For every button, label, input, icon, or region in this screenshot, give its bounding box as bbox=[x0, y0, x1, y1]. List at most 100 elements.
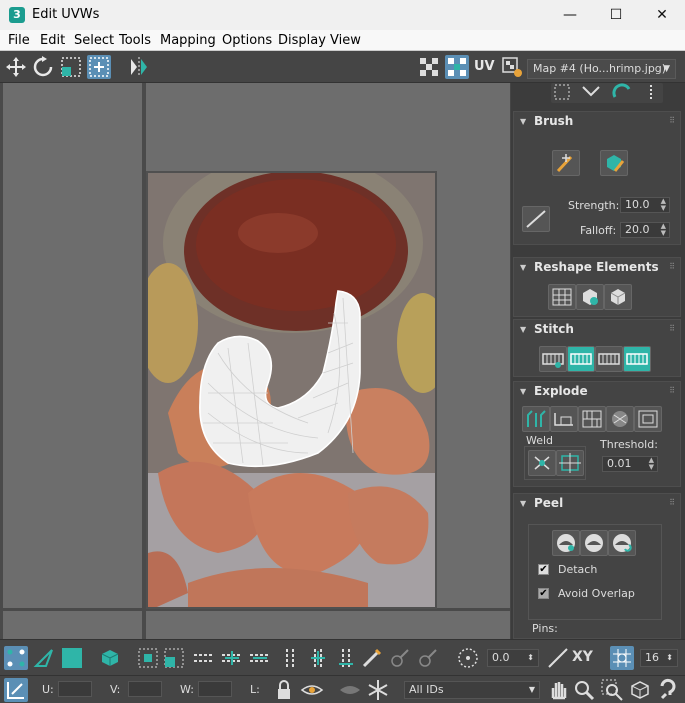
spinner-arrows-icon[interactable]: ⬍ bbox=[527, 650, 534, 666]
stitch-to-target-button[interactable] bbox=[567, 346, 595, 372]
w-input[interactable] bbox=[198, 681, 232, 697]
menu-edit[interactable]: Edit bbox=[40, 33, 65, 48]
shrink-selection-icon[interactable] bbox=[162, 646, 186, 670]
mirror-icon[interactable] bbox=[127, 55, 151, 79]
menu-select[interactable]: Select bbox=[74, 33, 114, 48]
edge-mode-icon[interactable] bbox=[32, 646, 56, 670]
shrink-ring-icon[interactable] bbox=[334, 646, 358, 670]
straighten-line-icon[interactable] bbox=[546, 646, 570, 670]
peel-title[interactable]: Peel bbox=[534, 496, 563, 510]
grow-selection-icon[interactable] bbox=[136, 646, 160, 670]
freeform-icon[interactable] bbox=[87, 55, 111, 79]
spinner-arrows-icon[interactable]: ▲ ▼ bbox=[661, 198, 666, 212]
menu-options[interactable]: Options bbox=[222, 33, 272, 48]
show-map-icon[interactable] bbox=[445, 55, 469, 79]
explode-title[interactable]: Explode bbox=[534, 384, 588, 398]
close-button[interactable]: ✕ bbox=[639, 0, 685, 30]
peel-mode-button[interactable] bbox=[580, 530, 608, 556]
absolute-offset-icon[interactable] bbox=[4, 678, 28, 702]
stitch-title[interactable]: Stitch bbox=[534, 322, 574, 336]
grid-size-spinner[interactable]: 16 ⬍ bbox=[640, 649, 678, 667]
flatten-by-polygon-angle-button[interactable] bbox=[578, 406, 606, 432]
freeze-icon[interactable] bbox=[366, 678, 390, 702]
material-ids-dropdown[interactable]: All IDs ▼ bbox=[404, 681, 540, 699]
menu-tools[interactable]: Tools bbox=[119, 33, 151, 48]
zoom-extents-icon[interactable] bbox=[628, 678, 652, 702]
brush-paint-move-button[interactable] bbox=[552, 150, 580, 176]
brush-title[interactable]: Brush bbox=[534, 114, 573, 128]
quick-peel-button[interactable] bbox=[552, 530, 580, 556]
relax-button[interactable] bbox=[604, 284, 632, 310]
collapse-triangle-icon[interactable]: ▼ bbox=[520, 499, 526, 508]
map-dropdown[interactable]: Map #4 (Ho...hrimp.jpg) ▼ bbox=[527, 59, 676, 79]
grip-icon[interactable]: ⠿ bbox=[669, 386, 675, 395]
relax-until-flat-button[interactable] bbox=[576, 284, 604, 310]
xy-toggle-button[interactable]: XY bbox=[572, 649, 596, 673]
ring-select-icon[interactable] bbox=[278, 646, 302, 670]
menu-view[interactable]: View bbox=[330, 33, 361, 48]
rotate-angle-icon[interactable] bbox=[456, 646, 480, 670]
falloff-spinner[interactable]: 20.0 ▲ ▼ bbox=[620, 222, 670, 238]
vertex-mode-icon[interactable] bbox=[4, 646, 28, 670]
brush-falloff-type-button[interactable] bbox=[522, 206, 550, 232]
minimize-button[interactable]: — bbox=[547, 0, 593, 30]
collapse-triangle-icon[interactable]: ▼ bbox=[520, 117, 526, 126]
strength-spinner[interactable]: 10.0 ▲ ▼ bbox=[620, 197, 670, 213]
menu-file[interactable]: File bbox=[8, 33, 30, 48]
brush-relax-button[interactable] bbox=[600, 150, 628, 176]
rotate-icon[interactable] bbox=[31, 55, 55, 79]
zoom-icon[interactable] bbox=[572, 678, 596, 702]
detach-checkbox[interactable]: ✔ bbox=[538, 564, 549, 575]
element-mode-icon[interactable] bbox=[98, 646, 122, 670]
detach-edge-verts-button[interactable] bbox=[550, 406, 578, 432]
enlarge-brush-icon[interactable] bbox=[388, 646, 412, 670]
maximize-button[interactable]: ☐ bbox=[593, 0, 639, 30]
avoid-overlap-checkbox[interactable]: ✔ bbox=[538, 588, 549, 599]
grip-icon[interactable]: ⠿ bbox=[669, 498, 675, 507]
scale-icon[interactable] bbox=[59, 55, 83, 79]
target-weld-button[interactable] bbox=[556, 450, 584, 476]
weld-selected-button[interactable] bbox=[528, 450, 556, 476]
paint-select-icon[interactable] bbox=[360, 646, 384, 670]
grow-loop-icon[interactable] bbox=[220, 646, 244, 670]
collapse-triangle-icon[interactable]: ▼ bbox=[520, 325, 526, 334]
v-input[interactable] bbox=[128, 681, 162, 697]
grip-icon[interactable]: ⠿ bbox=[669, 116, 675, 125]
grip-icon[interactable]: ⠿ bbox=[669, 324, 675, 333]
menu-display[interactable]: Display bbox=[278, 33, 326, 48]
straighten-button[interactable] bbox=[548, 284, 576, 310]
pan-hand-icon[interactable] bbox=[546, 678, 570, 702]
reset-peel-button[interactable] bbox=[608, 530, 636, 556]
stitch-custom-button[interactable] bbox=[539, 346, 567, 372]
move-icon[interactable] bbox=[4, 55, 28, 79]
uv-viewport[interactable] bbox=[0, 83, 510, 639]
map-settings-icon[interactable] bbox=[500, 55, 524, 79]
collapse-triangle-icon[interactable]: ▼ bbox=[520, 263, 526, 272]
lock-icon[interactable] bbox=[272, 678, 296, 702]
shrink-loop-icon[interactable] bbox=[248, 646, 272, 670]
collapse-triangle-icon[interactable]: ▼ bbox=[520, 387, 526, 396]
shrink-brush-icon[interactable] bbox=[416, 646, 440, 670]
spinner-arrows-icon[interactable]: ⬍ bbox=[666, 650, 673, 666]
grow-ring-icon[interactable] bbox=[306, 646, 330, 670]
unhide-icon[interactable] bbox=[338, 678, 362, 702]
hide-icon[interactable] bbox=[300, 678, 324, 702]
stitch-to-source-button[interactable] bbox=[623, 346, 651, 372]
break-button[interactable] bbox=[522, 406, 550, 432]
reshape-elements-title[interactable]: Reshape Elements bbox=[534, 260, 659, 274]
flatten-by-smoothing-button[interactable] bbox=[606, 406, 634, 432]
flatten-by-material-button[interactable] bbox=[634, 406, 662, 432]
u-input[interactable] bbox=[58, 681, 92, 697]
spinner-arrows-icon[interactable]: ▲ ▼ bbox=[661, 223, 666, 237]
checker-icon[interactable] bbox=[417, 55, 441, 79]
polygon-mode-icon[interactable] bbox=[60, 646, 84, 670]
zoom-region-icon[interactable] bbox=[600, 678, 624, 702]
grid-snap-icon[interactable] bbox=[610, 646, 634, 670]
loop-select-icon[interactable] bbox=[192, 646, 216, 670]
help-icon[interactable] bbox=[656, 678, 680, 702]
stitch-average-button[interactable] bbox=[595, 346, 623, 372]
threshold-spinner[interactable]: 0.01 ▲ ▼ bbox=[602, 456, 658, 472]
uv-toggle-button[interactable]: UV bbox=[474, 55, 498, 79]
menu-mapping[interactable]: Mapping bbox=[160, 33, 216, 48]
spinner-arrows-icon[interactable]: ▲ ▼ bbox=[649, 457, 654, 471]
